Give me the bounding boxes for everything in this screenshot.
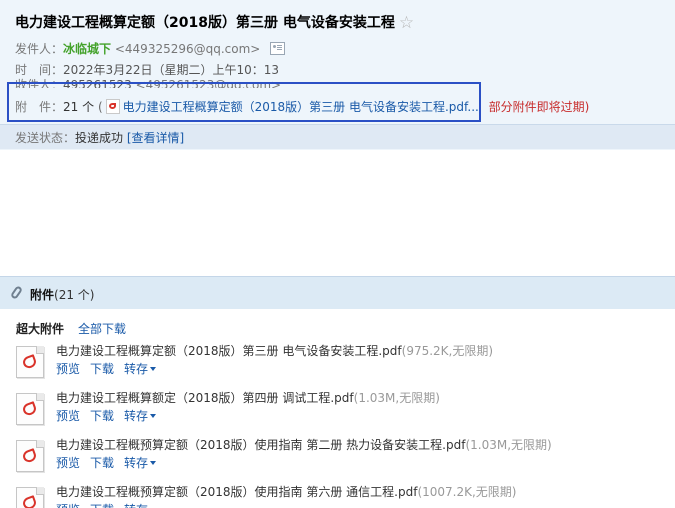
acrobat-icon	[21, 495, 38, 508]
attachment-name: 电力建设工程概预算定额（2018版）使用指南 第二册 热力设备安装工程.pdf(…	[56, 436, 552, 453]
pdf-file-icon[interactable]	[16, 346, 44, 378]
pdf-file-icon[interactable]	[16, 393, 44, 425]
time-row: 时 间：2022年3月22日（星期二）上午10：13	[15, 61, 279, 78]
subject-text: 电力建设工程概算定额（2018版）第三册 电气设备安装工程	[15, 15, 395, 31]
attachment-item: 电力建设工程概预算定额（2018版）使用指南 第二册 热力设备安装工程.pdf(…	[16, 436, 666, 480]
attachment-item: 电力建设工程概算定额（2018版）第三册 电气设备安装工程.pdf(975.2K…	[16, 342, 666, 386]
acrobat-icon	[21, 354, 38, 370]
preview-link[interactable]: 预览	[56, 362, 80, 376]
attachment-summary-row: 附 件：21 个 ( 电力建设工程概算定额（2018版）第三册 电气设备安装工程.…	[15, 98, 589, 115]
attachment-filename[interactable]: 电力建设工程概算定额（2018版）第三册 电气设备安装工程.pdf	[56, 344, 402, 358]
recipient-row: 收件人：495261523 <495261523@qq.com>	[15, 78, 281, 88]
pdf-file-icon[interactable]	[16, 487, 44, 508]
attach-open-paren: (	[97, 100, 103, 114]
forward-link[interactable]: 转存	[124, 409, 157, 423]
forward-label: 转存	[124, 456, 149, 470]
sender-label: 发件人：	[15, 42, 64, 56]
dropdown-caret-icon	[150, 367, 157, 371]
large-attachments-label: 超大附件	[16, 322, 65, 336]
attachments-title: 附件(21 个)	[30, 286, 94, 303]
paperclip-icon	[9, 285, 24, 300]
attachments-header: 附件(21 个)	[0, 276, 675, 309]
attachment-filename[interactable]: 电力建设工程概预算定额（2018版）使用指南 第二册 热力设备安装工程.pdf	[56, 438, 465, 452]
attach-count: 21 个	[63, 100, 95, 114]
attachment-size: (1.03M,无限期)	[353, 391, 440, 405]
attachment-actions: 预览下载转存	[56, 360, 166, 377]
attachment-filename[interactable]: 电力建设工程概算额定（2018版）第四册 调试工程.pdf	[56, 391, 354, 405]
attachment-filename[interactable]: 电力建设工程概预算定额（2018版）使用指南 第六册 通信工程.pdf	[56, 485, 417, 499]
attachments-title-text: 附件	[30, 288, 55, 302]
dropdown-caret-icon	[150, 461, 157, 465]
status-label: 发送状态：	[15, 131, 76, 145]
forward-label: 转存	[124, 503, 148, 508]
pdf-icon	[105, 99, 120, 114]
pdf-file-icon[interactable]	[16, 440, 44, 472]
acrobat-icon	[21, 401, 38, 417]
attachment-size: (1.03M,无限期)	[465, 438, 552, 452]
preview-link[interactable]: 预览	[56, 503, 80, 508]
attachment-name: 电力建设工程概算额定（2018版）第四册 调试工程.pdf(1.03M,无限期)	[56, 389, 440, 406]
recipient-email: <495261523@qq.com>	[135, 78, 282, 88]
sender-row: 发件人：冰临城下 <449325296@qq.com>	[15, 40, 286, 57]
attach-expire-note: 部分附件即将过期)	[488, 100, 590, 114]
download-all-link[interactable]: 全部下载	[78, 320, 126, 337]
recipient-name[interactable]: 495261523	[63, 78, 132, 88]
download-link[interactable]: 下载	[90, 409, 114, 423]
contact-card-icon[interactable]	[270, 42, 286, 55]
email-header: 电力建设工程概算定额（2018版）第三册 电气设备安装工程 ☆ 发件人：冰临城下 …	[0, 0, 675, 150]
time-label: 时 间：	[15, 63, 64, 77]
forward-link[interactable]: 转存	[124, 503, 156, 508]
status-bar: 发送状态：投递成功 [查看详情]	[0, 124, 675, 149]
status-row: 发送状态：投递成功 [查看详情]	[15, 129, 184, 146]
acrobat-icon	[21, 448, 38, 464]
attachment-size: (1007.2K,无限期)	[417, 485, 517, 499]
forward-link[interactable]: 转存	[124, 362, 157, 376]
star-icon[interactable]: ☆	[399, 13, 414, 33]
sender-name[interactable]: 冰临城下	[63, 42, 111, 56]
forward-label: 转存	[124, 409, 149, 423]
download-link[interactable]: 下载	[90, 456, 114, 470]
attach-label: 附 件：	[15, 100, 64, 114]
status-value: 投递成功	[75, 131, 124, 145]
preview-link[interactable]: 预览	[56, 409, 80, 423]
forward-link[interactable]: 转存	[124, 456, 157, 470]
sender-email: <449325296@qq.com>	[114, 42, 261, 56]
attachment-actions: 预览下载转存	[56, 407, 166, 424]
attachments-count: (21 个)	[54, 288, 95, 302]
attachment-name: 电力建设工程概算定额（2018版）第三册 电气设备安装工程.pdf(975.2K…	[56, 342, 493, 359]
attachment-size: (975.2K,无限期)	[401, 344, 494, 358]
attachment-actions: 预览 下载 转存	[56, 501, 166, 508]
time-value: 2022年3月22日（星期二）上午10：13	[63, 63, 279, 77]
email-subject: 电力建设工程概算定额（2018版）第三册 电气设备安装工程 ☆	[15, 12, 414, 33]
attachment-item: 电力建设工程概预算定额（2018版）使用指南 第六册 通信工程.pdf(1007…	[16, 483, 666, 508]
attachment-item: 电力建设工程概算额定（2018版）第四册 调试工程.pdf(1.03M,无限期)…	[16, 389, 666, 433]
forward-label: 转存	[124, 362, 149, 376]
preview-link[interactable]: 预览	[56, 456, 80, 470]
dropdown-caret-icon	[150, 414, 157, 418]
view-details-link[interactable]: [查看详情]	[127, 131, 184, 145]
attachment-name: 电力建设工程概预算定额（2018版）使用指南 第六册 通信工程.pdf(1007…	[56, 483, 517, 500]
attachment-actions: 预览下载转存	[56, 454, 166, 471]
recipient-label: 收件人：	[15, 78, 64, 88]
attach-first-file-link[interactable]: 电力建设工程概算定额（2018版）第三册 电气设备安装工程.pdf...	[123, 100, 479, 114]
download-link[interactable]: 下载	[90, 362, 114, 376]
download-link[interactable]: 下载	[90, 503, 114, 508]
